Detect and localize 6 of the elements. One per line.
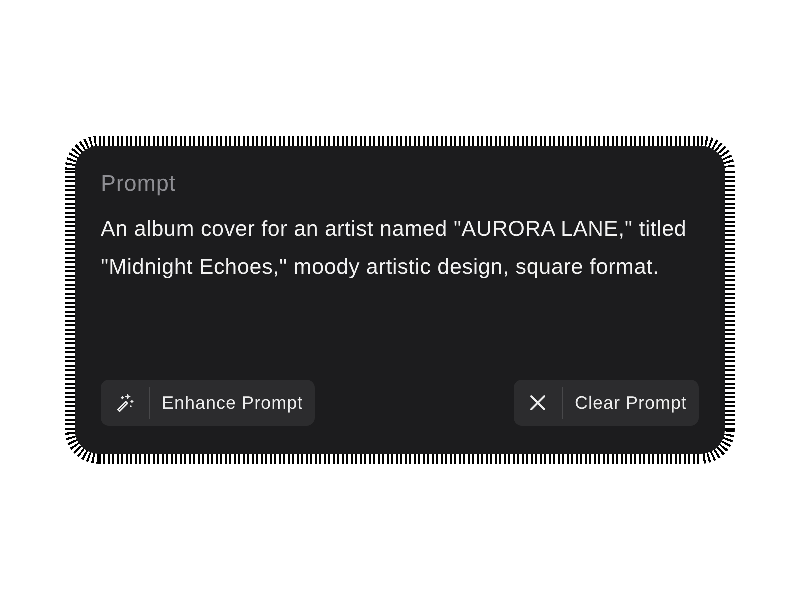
magic-wand-icon — [115, 393, 135, 413]
prompt-label: Prompt — [101, 171, 176, 197]
clear-prompt-button[interactable]: Clear Prompt — [514, 380, 699, 426]
enhance-prompt-button[interactable]: Enhance Prompt — [101, 380, 316, 426]
prompt-textarea[interactable]: An album cover for an artist named "AURORA LANE," titled "Midnight Echoes," moody artistic design, square format. — [101, 210, 699, 380]
close-icon — [528, 393, 548, 413]
